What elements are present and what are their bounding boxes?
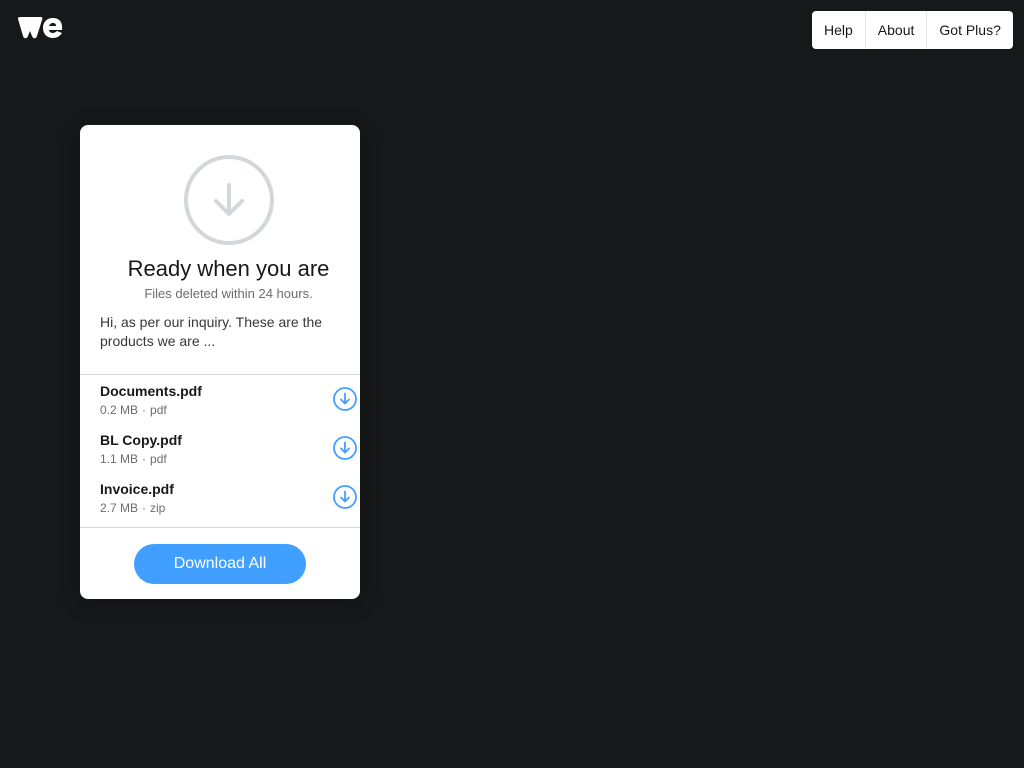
file-size: 0.2 MB	[100, 403, 139, 417]
nav-got-plus-link[interactable]: Got Plus?	[926, 11, 1012, 49]
file-type: pdf	[150, 403, 167, 417]
card-title: Ready when you are	[127, 256, 330, 281]
divider	[80, 527, 360, 528]
nav-about-link[interactable]: About	[864, 11, 927, 49]
file-name: Documents.pdf	[100, 383, 202, 399]
separator-dot: ·	[142, 403, 147, 417]
transfer-message: Hi, as per our inquiry. These are the pr…	[100, 314, 323, 349]
file-meta: 0.2 MB · pdf	[100, 403, 167, 417]
top-nav: Help About Got Plus?	[812, 11, 1013, 49]
download-file-icon[interactable]	[332, 435, 358, 461]
file-meta: 1.1 MB · pdf	[100, 452, 167, 466]
file-type: pdf	[150, 452, 167, 466]
file-name: Invoice.pdf	[100, 481, 174, 497]
download-circle-icon	[184, 155, 274, 245]
file-item: Invoice.pdf 2.7 MB · zip	[80, 473, 360, 522]
download-card: Ready when you are Files deleted within …	[80, 125, 360, 599]
file-item: Documents.pdf 0.2 MB · pdf	[80, 375, 360, 424]
file-size: 2.7 MB	[100, 501, 139, 515]
file-name: BL Copy.pdf	[100, 432, 182, 448]
nav-help-link[interactable]: Help	[812, 11, 865, 49]
file-list: Documents.pdf 0.2 MB · pdf BL Copy.pdf 1.1…	[80, 375, 360, 522]
wetransfer-logo-icon[interactable]	[17, 16, 63, 40]
download-file-icon[interactable]	[332, 484, 358, 510]
file-type: zip	[150, 501, 166, 515]
card-subtitle: Files deleted within 24 hours.	[144, 286, 313, 301]
file-size: 1.1 MB	[100, 452, 139, 466]
download-all-button[interactable]: Download All	[134, 544, 306, 584]
file-item: BL Copy.pdf 1.1 MB · pdf	[80, 424, 360, 473]
file-meta: 2.7 MB · zip	[100, 501, 165, 515]
separator-dot: ·	[142, 452, 147, 466]
download-file-icon[interactable]	[332, 386, 358, 412]
separator-dot: ·	[142, 501, 147, 515]
